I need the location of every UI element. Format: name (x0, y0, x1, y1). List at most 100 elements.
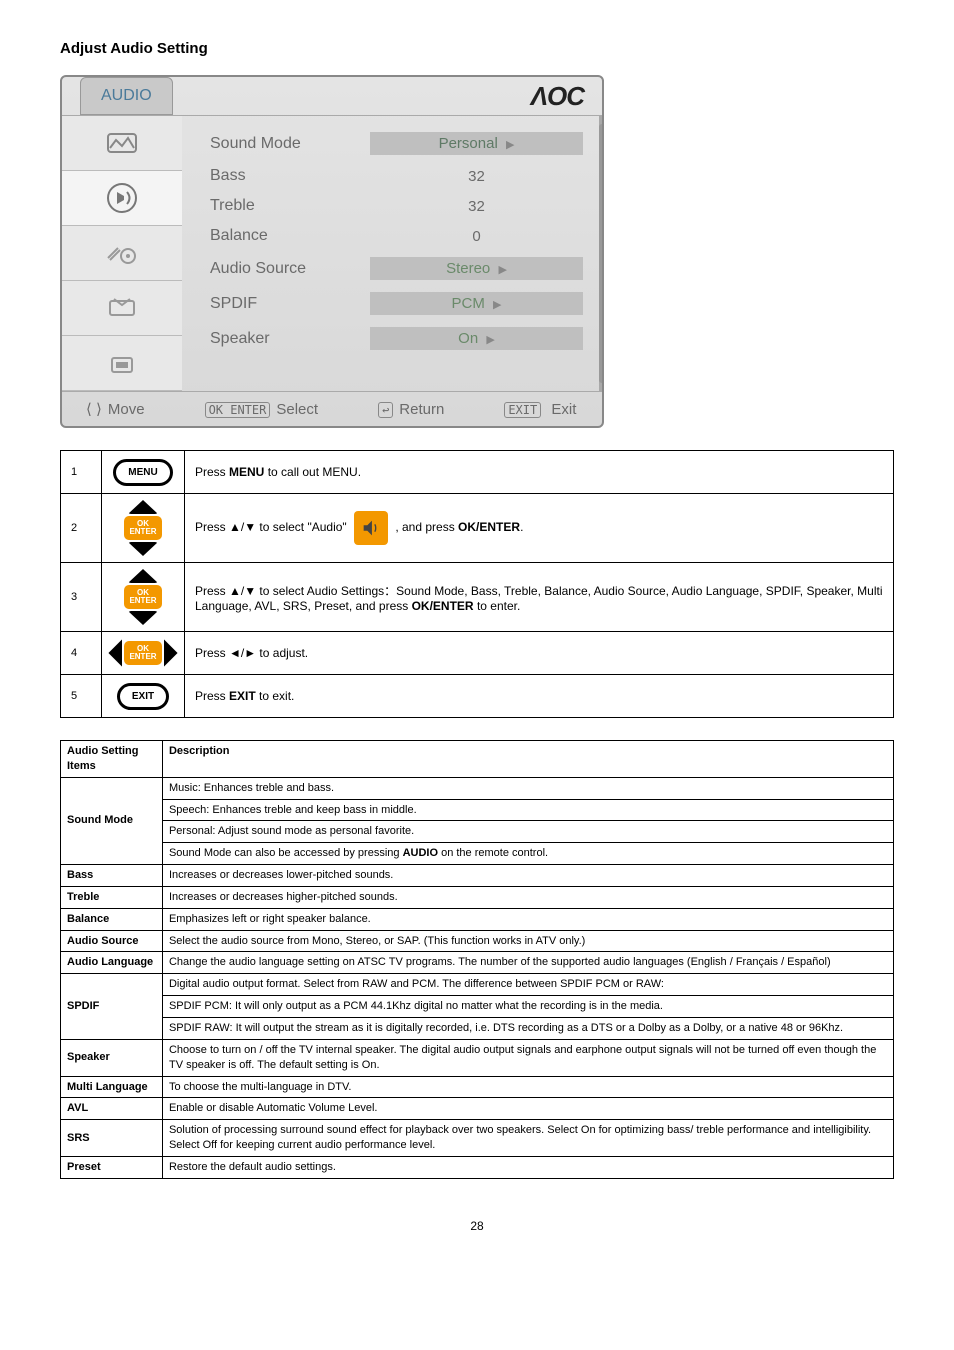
setting-desc: To choose the multi-language in DTV. (162, 1076, 893, 1098)
setting-desc: Increases or decreases higher-pitched so… (162, 886, 893, 908)
setting-desc: Choose to turn on / off the TV internal … (162, 1039, 893, 1076)
ok-enter-icon: OKENTER (124, 516, 161, 540)
setting-label: Sound Mode (61, 777, 163, 864)
osd-row-value: PCM ▶ (370, 292, 583, 315)
ok-enter-icon: OKENTER (124, 641, 161, 665)
footer-return: ↩Return (378, 401, 444, 418)
step-icon-menu: MENU (102, 451, 185, 494)
setting-label: Treble (61, 886, 163, 908)
osd-row-label: Balance (210, 227, 370, 245)
category-lock-icon (62, 336, 182, 391)
osd-row-sound-mode: Sound Mode Personal ▶ (182, 126, 599, 161)
up-arrow-icon (128, 500, 158, 514)
setting-label: Speaker (61, 1039, 163, 1076)
step-number: 3 (61, 563, 102, 632)
setting-label: Balance (61, 908, 163, 930)
osd-row-value: Stereo ▶ (370, 257, 583, 280)
osd-row-label: Bass (210, 167, 370, 185)
setting-desc: Restore the default audio settings. (162, 1156, 893, 1178)
setting-desc: SPDIF RAW: It will output the stream as … (162, 1017, 893, 1039)
setting-desc: Change the audio language setting on ATS… (162, 952, 893, 974)
settings-header-items: Audio Setting Items (61, 741, 163, 778)
down-arrow-icon (128, 611, 158, 625)
osd-row-label: Sound Mode (210, 135, 370, 153)
osd-row-balance: Balance 0 (182, 221, 599, 251)
step-icon-updown: OKENTER (102, 563, 185, 632)
right-arrow-icon (164, 639, 178, 667)
speaker-icon (354, 511, 388, 545)
left-arrow-icon (108, 639, 122, 667)
step-row: 3 OKENTER Press ▲/▼ to select Audio Sett… (61, 563, 894, 632)
settings-header-row: Audio Setting Items Description (61, 741, 894, 778)
osd-category-list (62, 116, 182, 391)
footer-move: ⟨ ⟩Move (86, 400, 145, 418)
osd-row-value: Personal ▶ (370, 132, 583, 155)
step-icon-updown: OKENTER (102, 494, 185, 563)
step-number: 5 (61, 675, 102, 718)
step-icon-exit: EXIT (102, 675, 185, 718)
step-number: 1 (61, 451, 102, 494)
setting-label: Audio Source (61, 930, 163, 952)
osd-row-speaker: Speaker On ▶ (182, 321, 599, 356)
settings-header-desc: Description (162, 741, 893, 778)
setting-label: AVL (61, 1098, 163, 1120)
setting-desc: Increases or decreases lower-pitched sou… (162, 865, 893, 887)
osd-row-label: Treble (210, 197, 370, 215)
page-number: 28 (60, 1219, 894, 1233)
osd-row-spdif: SPDIF PCM ▶ (182, 286, 599, 321)
setting-desc: Solution of processing surround sound ef… (162, 1120, 893, 1157)
menu-button-icon: MENU (113, 459, 172, 486)
exit-button-icon: EXIT (117, 683, 169, 710)
osd-row-value: 32 (370, 198, 583, 215)
setting-desc: Emphasizes left or right speaker balance… (162, 908, 893, 930)
osd-row-value: On ▶ (370, 327, 583, 350)
osd-row-label: Speaker (210, 330, 370, 348)
footer-select: OK ENTERSelect (205, 401, 319, 418)
setting-label: SRS (61, 1120, 163, 1157)
step-number: 2 (61, 494, 102, 563)
step-text: Press ▲/▼ to select Audio Settings：Sound… (185, 563, 894, 632)
osd-row-value: 32 (370, 168, 583, 185)
settings-table: Audio Setting Items Description Sound Mo… (60, 740, 894, 1179)
step-text: Press EXIT to exit. (185, 675, 894, 718)
osd-row-label: Audio Source (210, 260, 370, 278)
osd-menu: AUDIO ΛOC Sound Mode Personal ▶ (60, 75, 604, 428)
step-row: 1 MENU Press MENU to call out MENU. (61, 451, 894, 494)
category-audio-icon (62, 171, 182, 226)
setting-label: Preset (61, 1156, 163, 1178)
osd-settings-panel: Sound Mode Personal ▶ Bass 32 Treble 32 … (182, 116, 602, 391)
osd-row-bass: Bass 32 (182, 161, 599, 191)
footer-exit: EXIT Exit (504, 401, 576, 418)
osd-footer: ⟨ ⟩Move OK ENTERSelect ↩Return EXIT Exit (62, 391, 602, 426)
steps-table: 1 MENU Press MENU to call out MENU. 2 OK… (60, 450, 894, 718)
setting-label: Audio Language (61, 952, 163, 974)
category-picture-icon (62, 116, 182, 171)
setting-desc: Digital audio output format. Select from… (162, 974, 893, 996)
setting-label: SPDIF (61, 974, 163, 1040)
osd-tab-audio: AUDIO (80, 77, 173, 115)
ok-enter-icon: OKENTER (124, 585, 161, 609)
osd-row-audio-source: Audio Source Stereo ▶ (182, 251, 599, 286)
step-row: 5 EXIT Press EXIT to exit. (61, 675, 894, 718)
osd-row-value: 0 (370, 228, 583, 245)
osd-row-label: SPDIF (210, 295, 370, 313)
page-heading: Adjust Audio Setting (60, 40, 894, 57)
setting-label: Multi Language (61, 1076, 163, 1098)
setting-label: Bass (61, 865, 163, 887)
step-row: 4 OKENTER Press ◄/► to adjust. (61, 632, 894, 675)
step-text: Press ◄/► to adjust. (185, 632, 894, 675)
step-row: 2 OKENTER Press ▲/▼ to select "Audio" , … (61, 494, 894, 563)
setting-desc: Sound Mode can also be accessed by press… (162, 843, 893, 865)
step-number: 4 (61, 632, 102, 675)
category-channel-icon (62, 281, 182, 336)
setting-desc: SPDIF PCM: It will only output as a PCM … (162, 996, 893, 1018)
setting-desc: Speech: Enhances treble and keep bass in… (162, 799, 893, 821)
step-text: Press MENU to call out MENU. (185, 451, 894, 494)
setting-desc: Enable or disable Automatic Volume Level… (162, 1098, 893, 1120)
setting-desc: Music: Enhances treble and bass. (162, 777, 893, 799)
osd-row-treble: Treble 32 (182, 191, 599, 221)
setting-desc: Personal: Adjust sound mode as personal … (162, 821, 893, 843)
step-text: Press ▲/▼ to select "Audio" , and press … (185, 494, 894, 563)
step-icon-leftright: OKENTER (102, 632, 185, 675)
setting-desc: Select the audio source from Mono, Stere… (162, 930, 893, 952)
